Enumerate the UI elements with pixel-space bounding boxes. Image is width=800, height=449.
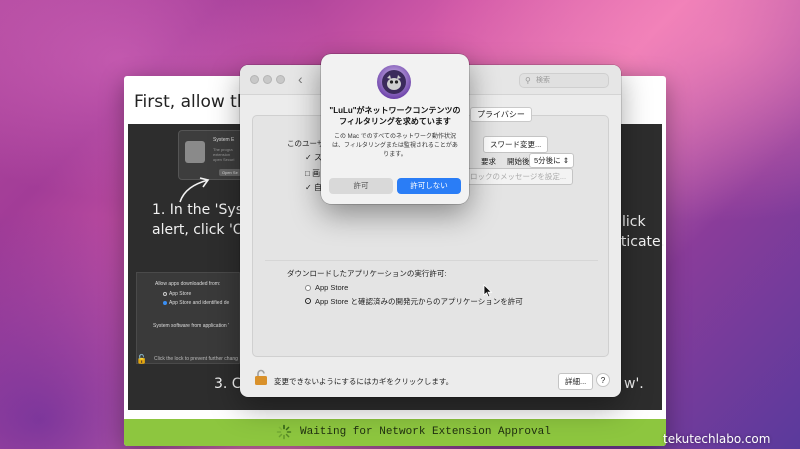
radio-app-store[interactable]: [305, 285, 311, 291]
checkbox-3[interactable]: ✓ 自: [305, 182, 322, 193]
download-permission-label: ダウンロードしたアプリケーションの実行許可:: [287, 269, 447, 278]
updown-chevron-icon: ⇕: [562, 156, 570, 165]
change-password-button[interactable]: スワード変更...: [483, 136, 549, 153]
user-label: このユーザ: [287, 139, 325, 148]
chalk-step1-line2: alert, click 'Op: [152, 222, 253, 238]
small-lock-icon: 🔓: [136, 354, 148, 364]
spinner-icon: [276, 424, 292, 440]
thumb2-opt2: App Store and identified de: [169, 300, 230, 306]
thumb2-opt1: App Store: [169, 291, 192, 297]
minimize-window-button[interactable]: [263, 75, 272, 84]
padlock-open-icon[interactable]: [254, 369, 268, 385]
lock-message-button[interactable]: ロックのメッセージを設定...: [463, 168, 574, 185]
chalk-step1-line1: 1. In the 'Syst: [152, 202, 249, 218]
status-bar: Waiting for Network Extension Approval: [124, 419, 666, 446]
start-label: 開始後:: [507, 157, 532, 166]
house-lock-icon: [185, 141, 205, 163]
search-icon: ⚲: [525, 76, 531, 85]
chalk-right-line1: lick: [622, 214, 646, 230]
zoom-window-button[interactable]: [276, 75, 285, 84]
allow-button[interactable]: 許可: [329, 178, 393, 194]
close-window-button[interactable]: [250, 75, 259, 84]
search-placeholder: 検索: [536, 77, 550, 84]
search-input[interactable]: ⚲ 検索: [519, 73, 609, 88]
delay-value: 5分後に: [534, 156, 561, 165]
require-label: 要求: [481, 157, 496, 166]
thumb-button: Open Se: [219, 169, 241, 176]
chalk-step3-end: w'.: [624, 376, 644, 392]
network-filter-alert: "LuLu"がネットワークコンテンツのフィルタリングを求めています この Mac…: [321, 54, 469, 204]
thumb-title: System E: [213, 137, 235, 143]
alert-body: この Mac でのすべてのネットワーク動作状況は、フィルタリングまたは監視される…: [332, 134, 458, 158]
deny-button[interactable]: 許可しない: [397, 178, 461, 194]
option-app-store-label: App Store: [315, 283, 349, 292]
privacy-pane-thumbnail: Allow apps downloaded from: App Store Ap…: [136, 272, 240, 364]
status-text: Waiting for Network Extension Approval: [300, 426, 551, 438]
thumb-lock-text: Click the lock to prevent further chang: [154, 356, 238, 362]
details-button[interactable]: 詳細...: [558, 373, 594, 390]
divider: [265, 260, 598, 261]
lulu-app-icon: [377, 65, 411, 99]
thumb2-label: Allow apps downloaded from:: [155, 281, 221, 287]
mouse-pointer-icon: [483, 284, 493, 298]
radio-identified-developers[interactable]: [305, 298, 311, 304]
checkbox-1[interactable]: ✓ ス: [305, 152, 322, 163]
thumb-body: The progra extension open Securi: [213, 147, 235, 162]
checkbox-2[interactable]: □ 画: [305, 168, 320, 179]
tab-privacy[interactable]: プライバシー: [470, 107, 532, 122]
chalk-arrow-icon: [179, 177, 210, 203]
help-button[interactable]: ?: [596, 373, 610, 387]
checkbox-2-label: 画: [312, 169, 321, 178]
back-chevron-icon[interactable]: ‹: [298, 71, 303, 87]
alert-title: "LuLu"がネットワークコンテンツのフィルタリングを求めています: [329, 106, 461, 126]
lock-footer-text: 変更できないようにするにはカギをクリックします。: [274, 377, 454, 386]
thumb2-footer: System software from application ': [153, 323, 229, 329]
site-watermark: tekutechlabo.com: [663, 432, 771, 446]
delay-select[interactable]: 5分後に ⇕: [529, 153, 575, 168]
